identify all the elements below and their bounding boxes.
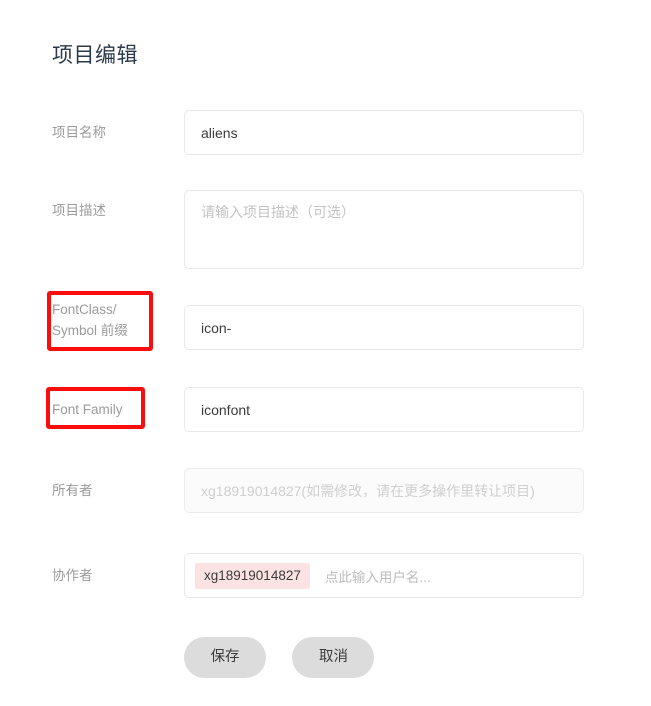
form-row-project-name: 项目名称 aliens [0, 110, 651, 155]
project-name-input[interactable]: aliens [184, 110, 584, 155]
page-title: 项目编辑 [52, 44, 138, 67]
collaborators-input[interactable]: xg18919014827 点此输入用户名... [184, 553, 584, 598]
collaborator-tag[interactable]: xg18919014827 [195, 562, 310, 589]
owner-input: xg18919014827(如需修改，请在更多操作里转让项目) [184, 468, 584, 513]
cancel-button[interactable]: 取消 [292, 637, 375, 678]
form-row-project-desc: 项目描述 请输入项目描述（可选） [0, 190, 651, 269]
form-row-collaborators: 协作者 xg18919014827 点此输入用户名... [0, 553, 651, 598]
project-name-label: 项目名称 [52, 125, 106, 140]
form-row-font-family: Font Family iconfont [0, 387, 651, 432]
font-class-prefix-input[interactable]: icon- [184, 305, 584, 350]
project-desc-label: 项目描述 [52, 203, 106, 218]
collaborators-placeholder: 点此输入用户名... [324, 569, 431, 585]
project-desc-textarea[interactable]: 请输入项目描述（可选） [184, 190, 584, 269]
form-actions: 保存 取消 [184, 637, 375, 678]
project-edit-page: 项目编辑 项目名称 aliens 项目描述 请输入项目描述（可选） FontCl… [0, 0, 651, 706]
form-row-font-class-prefix: FontClass/ Symbol 前缀 icon- [0, 302, 651, 350]
form-row-owner: 所有者 xg18919014827(如需修改，请在更多操作里转让项目) [0, 468, 651, 513]
collaborators-label: 协作者 [52, 568, 93, 583]
save-button[interactable]: 保存 [184, 637, 266, 678]
project-desc-placeholder: 请输入项目描述（可选） [201, 204, 355, 220]
font-family-input[interactable]: iconfont [184, 387, 584, 432]
font-class-prefix-label: FontClass/ Symbol 前缀 [52, 302, 128, 338]
owner-label: 所有者 [52, 483, 93, 498]
font-family-label: Font Family [52, 402, 123, 417]
